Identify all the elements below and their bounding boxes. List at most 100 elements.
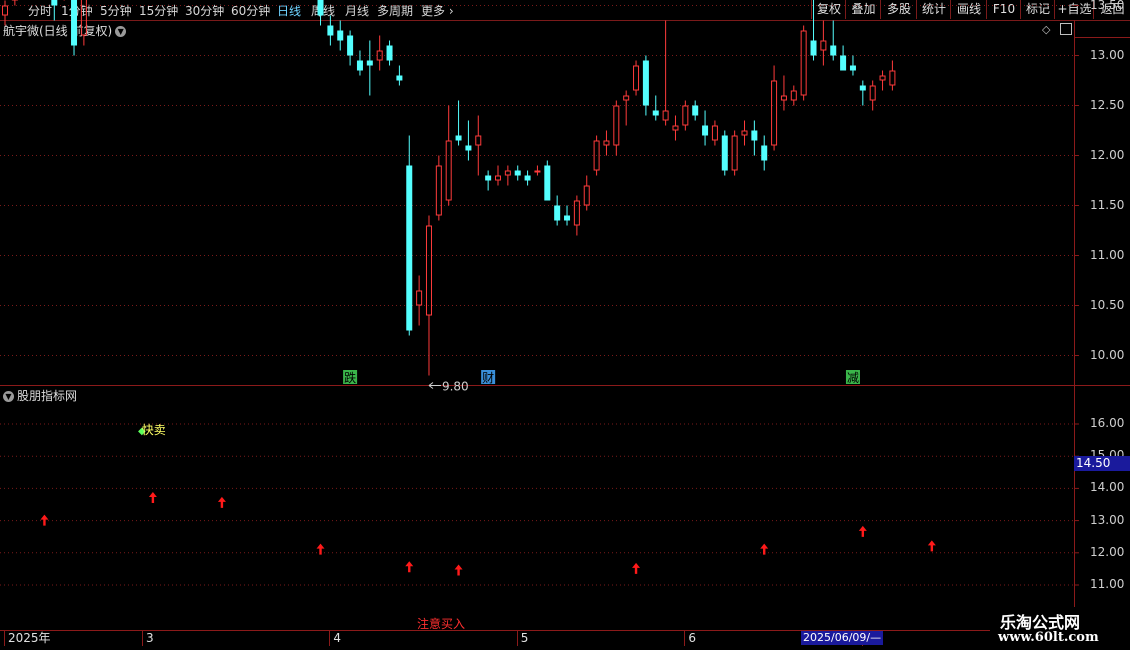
- time-axis: 2025年34567: [0, 630, 1074, 646]
- event-marker: 减: [847, 371, 859, 385]
- candle: [741, 120, 748, 146]
- candle-body: [406, 165, 413, 331]
- candle: [80, 0, 87, 46]
- candle-body: [603, 140, 610, 146]
- candle-body: [51, 0, 58, 6]
- buy-arrow-icon: [858, 525, 867, 537]
- candle-body: [840, 55, 847, 71]
- current-value-box: 14.50: [1074, 456, 1130, 471]
- arrow-shape: [405, 561, 414, 573]
- candle: [613, 100, 620, 156]
- candle: [406, 135, 413, 336]
- candle: [623, 90, 630, 126]
- candle-body: [386, 45, 393, 61]
- candle: [544, 160, 551, 201]
- candle: [71, 0, 78, 56]
- candle: [573, 195, 580, 236]
- arrow-shape: [40, 514, 49, 526]
- candle-body: [416, 290, 423, 306]
- candle: [475, 115, 482, 176]
- buy-arrow-icon: [760, 543, 769, 555]
- candle-body: [485, 175, 492, 181]
- candle-body: [711, 125, 718, 141]
- watermark: 乐淘公式网 www.60lt.com: [990, 607, 1130, 650]
- candle-body: [495, 175, 501, 181]
- buy-arrow-icon: [148, 492, 157, 504]
- candle: [51, 0, 58, 21]
- candle: [642, 55, 649, 116]
- candle: [564, 205, 571, 226]
- candle: [800, 25, 807, 101]
- candle-body: [80, 0, 87, 36]
- candle-body: [672, 125, 679, 131]
- candle: [504, 165, 511, 186]
- candle-body: [2, 5, 8, 16]
- candle-body: [425, 225, 432, 316]
- candle: [583, 175, 590, 211]
- time-label: 5: [516, 630, 528, 646]
- candle: [356, 50, 363, 76]
- candle: [485, 170, 492, 191]
- candle: [495, 165, 501, 186]
- candle-body: [692, 105, 699, 116]
- candle: [386, 40, 393, 66]
- candle-body: [731, 135, 738, 171]
- candle: [347, 30, 354, 66]
- candle-body: [652, 110, 659, 116]
- candle-body: [682, 105, 689, 126]
- candle-body: [761, 145, 768, 161]
- candle-body: [751, 130, 758, 141]
- candle: [879, 70, 886, 91]
- candle-body: [347, 35, 354, 56]
- buy-arrow-icon: [927, 540, 936, 552]
- candle: [327, 15, 334, 46]
- event-marker: 跌: [344, 370, 356, 385]
- arrow-shape: [858, 525, 867, 537]
- candle: [416, 275, 423, 326]
- candle-body: [71, 0, 78, 46]
- candle: [524, 170, 531, 186]
- y-tick-label: 13.50: [1090, 0, 1125, 12]
- candle-body: [327, 25, 334, 36]
- candle: [396, 65, 403, 86]
- candle-body: [455, 135, 462, 141]
- candle: [780, 75, 787, 111]
- candle-body: [642, 60, 649, 106]
- candle-body: [445, 140, 452, 201]
- candle-body: [633, 65, 640, 91]
- candle: [317, 0, 324, 26]
- candle: [455, 100, 462, 146]
- y-tick-label: 10.00: [1090, 347, 1125, 362]
- arrow-shape: [760, 543, 769, 555]
- candle-body: [583, 185, 590, 206]
- candle: [840, 45, 847, 71]
- candle-body: [504, 170, 511, 176]
- candle: [534, 165, 541, 176]
- candle: [11, 0, 18, 6]
- y-tick-label: 13.00: [1090, 512, 1125, 527]
- watermark-url: www.60lt.com: [998, 630, 1099, 645]
- candle: [514, 165, 521, 181]
- candle-body: [830, 45, 837, 56]
- candle-body: [396, 75, 403, 81]
- candle-body: [544, 165, 551, 201]
- cursor-date: 2025/06/09/—: [801, 631, 884, 645]
- candle-body: [623, 95, 630, 101]
- y-tick-label: 10.50: [1090, 297, 1125, 312]
- buy-arrow-icon: [316, 543, 325, 555]
- candle: [682, 100, 689, 131]
- candle-body: [465, 145, 472, 151]
- y-tick-label: 11.00: [1090, 577, 1125, 591]
- candle-body: [613, 105, 620, 146]
- candle-body: [514, 170, 521, 176]
- candles: [2, 0, 896, 376]
- signal-text: 快卖: [141, 423, 166, 437]
- kline-chart[interactable]: 16.299.80跌财减: [0, 0, 1130, 650]
- candle-body: [317, 0, 324, 16]
- y-tick-label: 11.00: [1090, 247, 1125, 262]
- indicator-marks: [40, 492, 936, 576]
- candle: [2, 0, 8, 26]
- candle: [711, 120, 718, 146]
- candle: [702, 110, 709, 146]
- candle: [771, 65, 778, 151]
